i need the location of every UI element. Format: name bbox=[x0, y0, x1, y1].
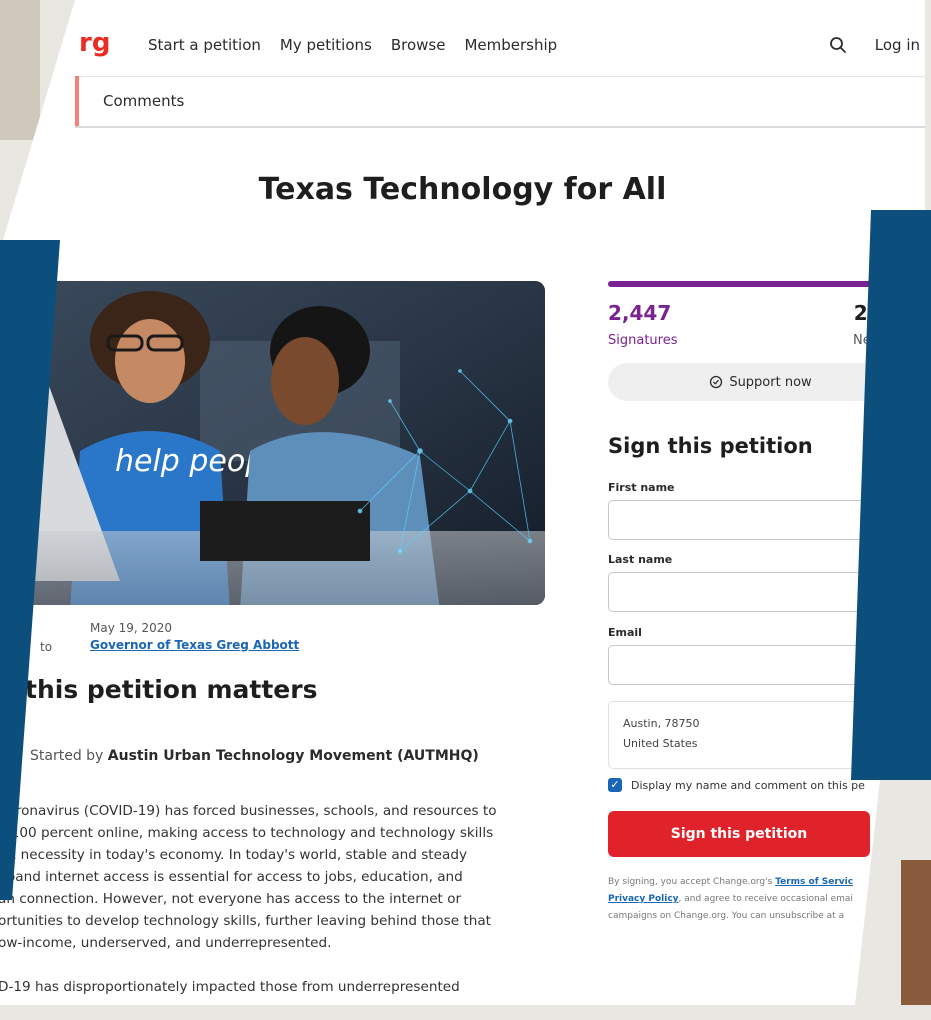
active-tab-indicator bbox=[75, 76, 79, 126]
body-line: D-19 has disproportionately impacted tho… bbox=[0, 979, 460, 995]
body-line: Coronavirus (COVID-19) has forced busine… bbox=[0, 803, 497, 819]
search-icon[interactable] bbox=[829, 36, 847, 54]
starter-name[interactable]: Austin Urban Technology Movement (AUTMHQ… bbox=[108, 748, 479, 764]
display-name-checkbox[interactable]: ✓ bbox=[608, 778, 622, 792]
petition-title: Texas Technology for All bbox=[258, 172, 667, 207]
terms-of-service-link[interactable]: Terms of Servic bbox=[775, 877, 853, 887]
nav-membership[interactable]: Membership bbox=[464, 36, 557, 54]
nav-browse[interactable]: Browse bbox=[391, 36, 446, 54]
body-line: e 100 percent online, making access to t… bbox=[0, 825, 494, 841]
started-by: Started by Austin Urban Technology Movem… bbox=[30, 748, 479, 764]
signature-progress-fill bbox=[608, 281, 907, 287]
body-paragraph: Coronavirus (COVID-19) has forced busine… bbox=[0, 800, 583, 954]
disclaimer-text: , and agree to receive occasional emai bbox=[678, 894, 853, 904]
location-country: United States bbox=[623, 737, 698, 750]
body-line: ortunities to develop technology skills,… bbox=[0, 913, 491, 929]
sign-disclaimer: By signing, you accept Change.org's Term… bbox=[608, 874, 868, 925]
support-now-label: Support now bbox=[729, 374, 812, 390]
signature-progress-bar bbox=[608, 281, 913, 287]
body-line: sic necessity in today's economy. In tod… bbox=[0, 847, 468, 863]
email-label: Email bbox=[608, 626, 642, 639]
first-name-label: First name bbox=[608, 481, 675, 494]
sign-petition-button[interactable]: Sign this petition bbox=[608, 811, 870, 857]
main-nav: Start a petition My petitions Browse Mem… bbox=[148, 36, 557, 54]
body-line: dband internet access is essential for a… bbox=[0, 869, 463, 885]
signature-count: 2,447 bbox=[608, 301, 672, 325]
site-header: rg Start a petition My petitions Browse … bbox=[75, 14, 925, 77]
tab-comments[interactable]: Comments bbox=[103, 92, 184, 110]
petition-target-link[interactable]: Governor of Texas Greg Abbott bbox=[90, 638, 299, 652]
petition-subnav: Comments bbox=[75, 76, 925, 128]
change-logo[interactable]: rg bbox=[79, 28, 110, 58]
collage-beige-panel bbox=[0, 0, 40, 140]
display-name-option[interactable]: ✓ Display my name and comment on this pe bbox=[608, 778, 865, 792]
nav-my-petitions[interactable]: My petitions bbox=[280, 36, 372, 54]
body-line: an connection. However, not everyone has… bbox=[0, 891, 462, 907]
petition-body: Coronavirus (COVID-19) has forced busine… bbox=[0, 800, 583, 1005]
body-line: ow-income, underserved, and underreprese… bbox=[0, 935, 332, 951]
petition-hero-image: help people bbox=[0, 281, 545, 605]
display-name-label: Display my name and comment on this pe bbox=[631, 778, 865, 792]
signature-label: Signatures bbox=[608, 333, 678, 348]
body-paragraph: D-19 has disproportionately impacted tho… bbox=[0, 976, 583, 998]
collage-brown-panel bbox=[901, 860, 931, 1005]
petition-to-label: to bbox=[40, 640, 53, 654]
privacy-policy-link[interactable]: Privacy Policy bbox=[608, 894, 679, 904]
disclaimer-text: By signing, you accept Change.org's bbox=[608, 877, 773, 887]
disclaimer-text: campaigns on Change.org. You can unsubsc… bbox=[608, 911, 845, 921]
support-icon bbox=[710, 375, 723, 389]
why-heading: y this petition matters bbox=[0, 675, 318, 704]
started-by-prefix: Started by bbox=[30, 748, 104, 764]
location-city: Austin, 78750 bbox=[623, 717, 700, 730]
last-name-label: Last name bbox=[608, 553, 673, 566]
nav-start-petition[interactable]: Start a petition bbox=[148, 36, 261, 54]
petition-date: May 19, 2020 bbox=[90, 621, 173, 635]
hero-photo: help people bbox=[0, 281, 545, 605]
sign-heading: Sign this petition bbox=[608, 434, 813, 458]
login-link[interactable]: Log in bbox=[875, 36, 920, 54]
petition-page: rg Start a petition My petitions Browse … bbox=[0, 0, 925, 1005]
